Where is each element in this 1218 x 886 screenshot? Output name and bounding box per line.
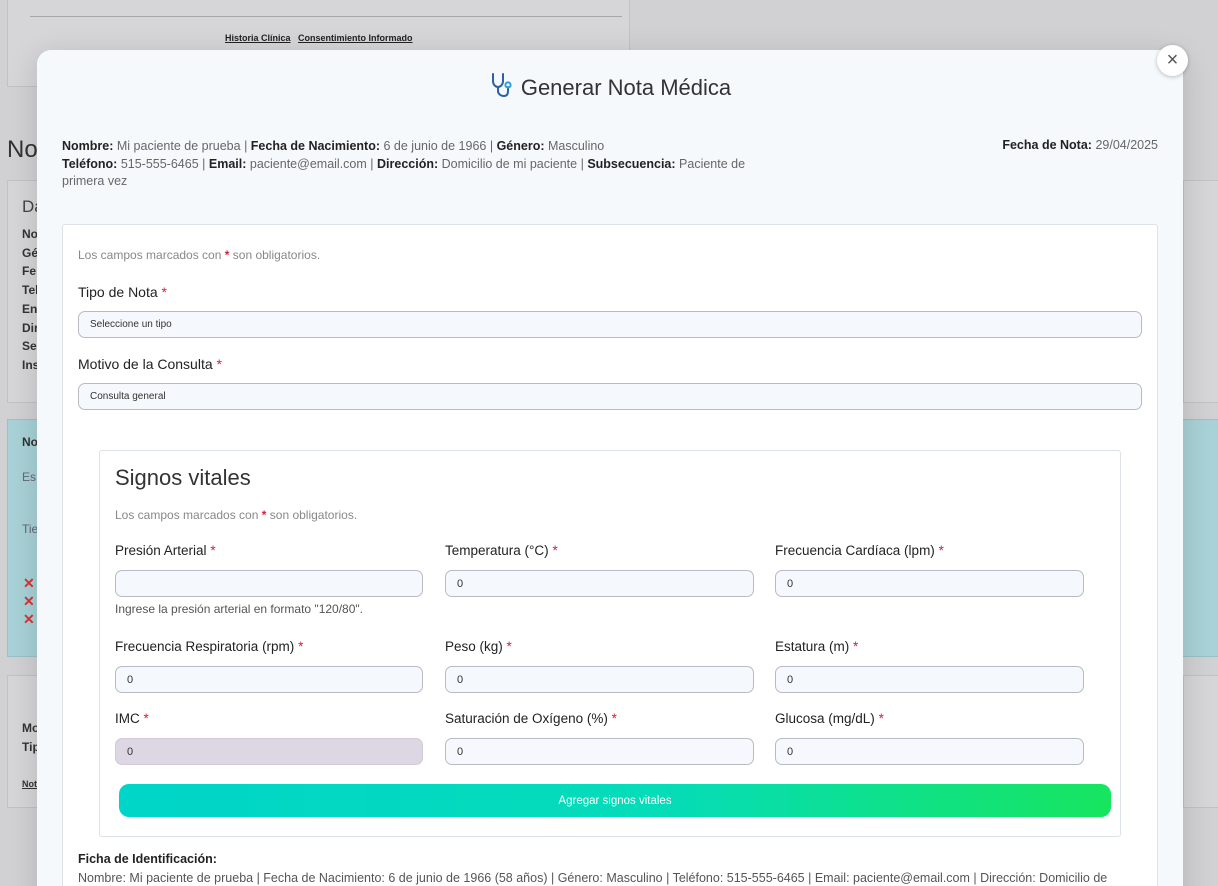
reason-label: Motivo de la Consulta * [78, 356, 222, 372]
bg-divider [30, 16, 622, 17]
bg-row-fragment: No [22, 227, 38, 241]
bg-teal-fragment: No [22, 435, 38, 449]
vital-signs-required-note: Los campos marcados con * son obligatori… [115, 508, 358, 522]
bg-x-icon: ✕ [23, 611, 35, 627]
note-form: Los campos marcados con * son obligatori… [62, 224, 1158, 886]
note-date-value: 29/04/2025 [1095, 138, 1158, 152]
bmi-label: IMC * [115, 711, 149, 726]
resp-rate-input[interactable]: 0 [115, 666, 423, 693]
pressure-label: Presión Arterial * [115, 543, 216, 558]
heart-rate-label: Frecuencia Cardíaca (lpm) * [775, 543, 944, 558]
bg-link-historia[interactable]: Historia Clínica [225, 33, 291, 43]
weight-label: Peso (kg) * [445, 639, 512, 654]
height-label: Estatura (m) * [775, 639, 859, 654]
bg-row-fragment: Gé [22, 246, 39, 260]
bg-link-consentimiento[interactable]: Consentimiento Informado [298, 33, 413, 43]
bg-row-fragment: En [22, 302, 38, 316]
close-icon: × [1166, 49, 1179, 71]
bg-card-data-right [1183, 180, 1218, 403]
vital-signs-title: Signos vitales [115, 465, 251, 490]
patient-summary: Nombre: Mi paciente de prueba | Fecha de… [62, 139, 746, 188]
ficha-text: Nombre: Mi paciente de prueba | Fecha de… [78, 871, 1108, 885]
glucose-input[interactable]: 0 [775, 738, 1084, 765]
note-type-label: Tipo de Nota * [78, 284, 167, 300]
generate-note-modal: Generar Nota Médica Nombre: Mi paciente … [37, 50, 1183, 886]
patient-name: Mi paciente de prueba [116, 139, 241, 153]
pressure-help-text: Ingrese la presión arterial en formato "… [115, 602, 363, 616]
add-vital-signs-button[interactable]: Agregar signos vitales [119, 784, 1111, 817]
modal-title-text: Generar Nota Médica [520, 75, 732, 100]
heart-rate-input[interactable]: 0 [775, 570, 1084, 597]
bg-links: Historia Clínica Consentimiento Informad… [225, 33, 418, 43]
bg-teal-fragment: Tie [22, 522, 39, 536]
bg-teal-fragment: Es [22, 470, 37, 484]
height-input[interactable]: 0 [775, 666, 1084, 693]
close-button[interactable]: × [1157, 45, 1188, 76]
patient-address: Domicilio de mi paciente [441, 156, 578, 171]
bg-card-appointment-right [1183, 675, 1218, 808]
patient-birth: 6 de junio de 1966 [383, 139, 487, 153]
modal-title: Generar Nota Médica [37, 72, 1183, 104]
glucose-label: Glucosa (mg/dL) * [775, 711, 884, 726]
temperature-input[interactable]: 0 [445, 570, 754, 597]
reason-input[interactable]: Consulta general [78, 383, 1142, 410]
bg-row-fragment: Tel [22, 283, 39, 297]
weight-input[interactable]: 0 [445, 666, 754, 693]
bg-row-fragment: Se [22, 339, 37, 353]
resp-rate-label: Frecuencia Respiratoria (rpm) * [115, 639, 304, 654]
note-date: Fecha de Nota: 29/04/2025 [1002, 138, 1158, 152]
bg-bottom-fragment[interactable]: Not [22, 779, 37, 789]
required-note: Los campos marcados con * son obligatori… [78, 248, 321, 262]
stethoscope-icon [489, 72, 513, 104]
pressure-input[interactable] [115, 570, 423, 597]
oxygen-label: Saturación de Oxígeno (%) * [445, 711, 617, 726]
note-type-select[interactable]: Seleccione un tipo [78, 311, 1142, 338]
patient-gender: Masculino [547, 139, 605, 153]
bg-x-icon: ✕ [23, 575, 35, 591]
patient-email: paciente@email.com [249, 156, 367, 171]
bmi-input: 0 [115, 738, 423, 765]
vital-signs-card: Signos vitales Los campos marcados con *… [99, 450, 1121, 837]
patient-phone: 515-555-6465 [120, 156, 199, 171]
oxygen-input[interactable]: 0 [445, 738, 754, 765]
temperature-label: Temperatura (°C) * [445, 543, 558, 558]
bg-x-icon: ✕ [23, 593, 35, 609]
ficha-title: Ficha de Identificación: [78, 852, 217, 866]
bg-row-fragment: Fe [22, 264, 37, 278]
